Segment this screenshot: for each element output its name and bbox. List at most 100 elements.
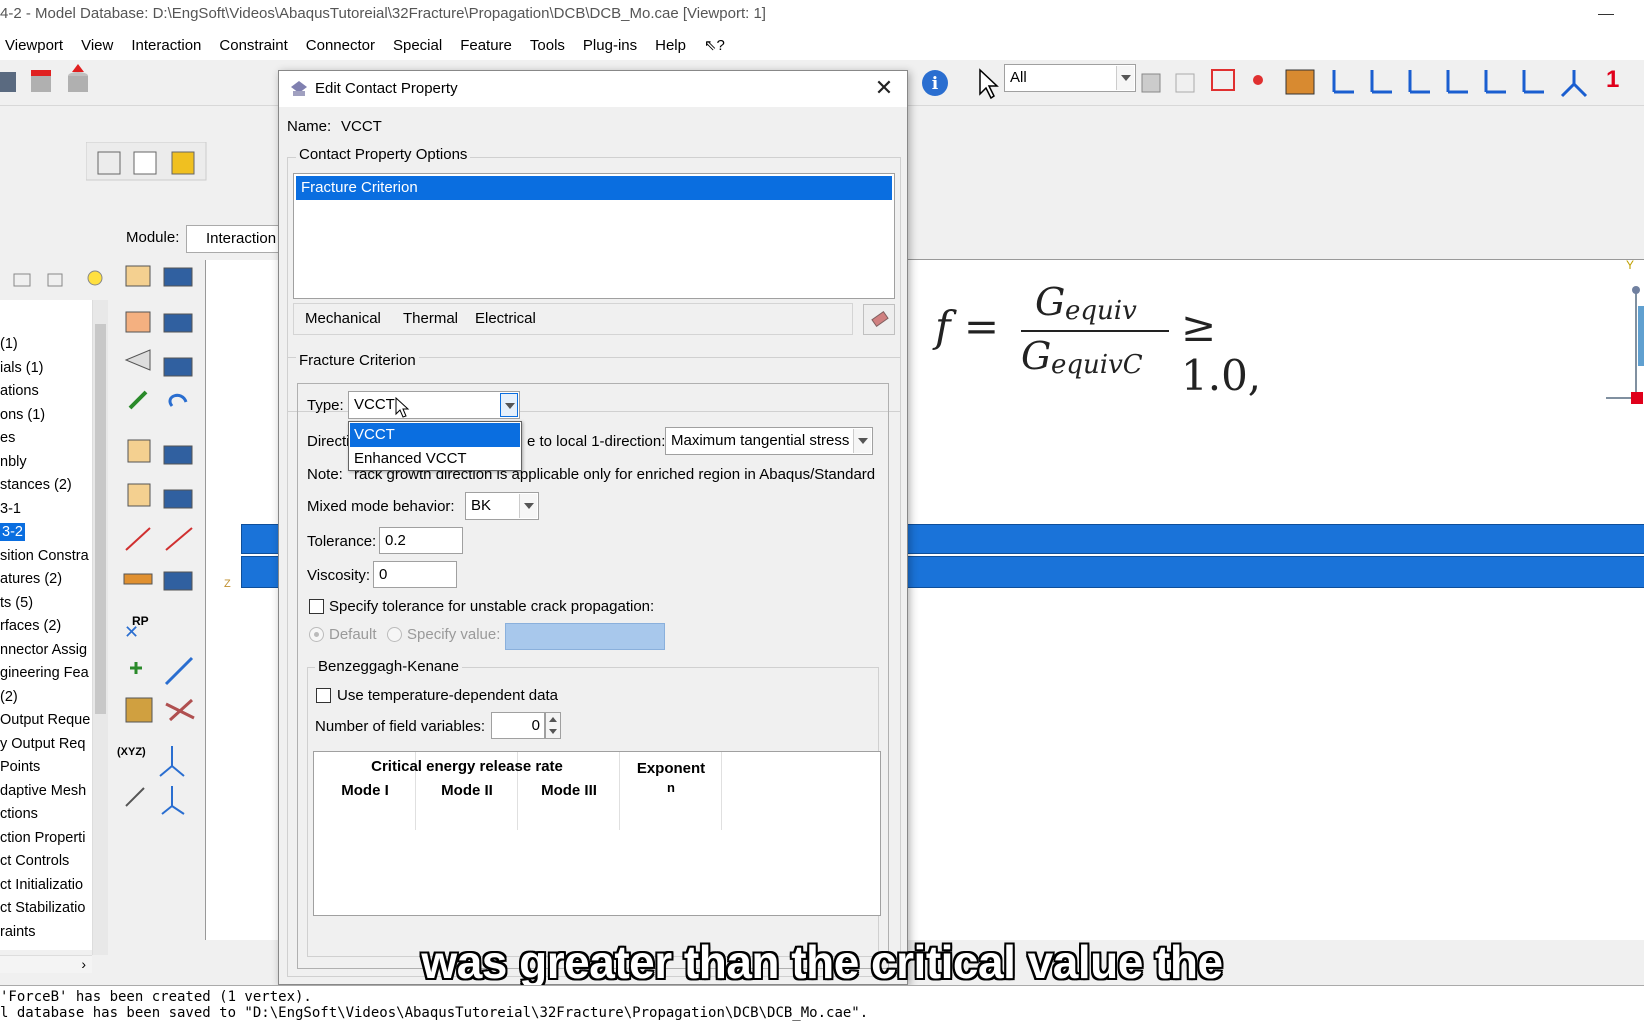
menu-help[interactable]: Help bbox=[646, 37, 695, 54]
triad-number[interactable]: 1 bbox=[1606, 66, 1619, 94]
tree-item[interactable]: 3-1 bbox=[0, 498, 92, 522]
module-select[interactable]: Interaction bbox=[186, 225, 282, 253]
type-option-vcct[interactable]: VCCT bbox=[350, 423, 520, 447]
file-toolbar-icons[interactable] bbox=[0, 64, 100, 100]
tree-item[interactable]: ct Initializatio bbox=[0, 874, 92, 898]
specify-value-field[interactable] bbox=[505, 623, 665, 650]
field-vars-field[interactable]: 0 bbox=[491, 712, 545, 739]
tree-item[interactable]: gineering Fea bbox=[0, 662, 92, 686]
tree-item-label: ction Properti bbox=[0, 829, 86, 846]
tree-item[interactable]: ons (1) bbox=[0, 404, 92, 428]
option-fracture-criterion[interactable]: Fracture Criterion bbox=[296, 176, 892, 200]
tree-item-label: Output Reque bbox=[0, 712, 91, 728]
tree-item[interactable]: ctions bbox=[0, 803, 92, 827]
menu-constraint[interactable]: Constraint bbox=[210, 37, 296, 54]
tree-item-label: nnector Assig bbox=[0, 641, 88, 658]
tree-item[interactable]: y Output Req bbox=[0, 733, 92, 757]
close-icon[interactable]: ✕ bbox=[873, 77, 895, 99]
selection-filter-value: All bbox=[1010, 69, 1027, 86]
context-help-icon[interactable]: ⇖? bbox=[695, 36, 734, 54]
mixed-mode-select[interactable]: BK bbox=[465, 492, 539, 520]
reference-point-icon[interactable]: ✕ bbox=[124, 622, 139, 643]
menu-feature[interactable]: Feature bbox=[451, 37, 521, 54]
type-option-enhanced-vcct[interactable]: Enhanced VCCT bbox=[350, 447, 520, 471]
direction-label-end: e to local 1-direction: bbox=[527, 433, 666, 450]
field-vars-spinner[interactable] bbox=[545, 712, 561, 739]
tree-item[interactable]: 3-2 bbox=[0, 521, 92, 545]
tree-item[interactable]: sition Constra bbox=[0, 545, 92, 569]
tree-scrollbar[interactable] bbox=[92, 300, 108, 955]
tree-item[interactable]: Points bbox=[0, 756, 92, 780]
tree-item-label: gineering Fea bbox=[0, 665, 89, 681]
tab-electrical[interactable]: Electrical bbox=[475, 310, 536, 327]
viscosity-field[interactable]: 0 bbox=[373, 561, 457, 588]
tree-item[interactable]: stances (2) bbox=[0, 474, 92, 498]
tree-item[interactable]: ct Controls bbox=[0, 850, 92, 874]
minimize-button[interactable] bbox=[1598, 14, 1614, 15]
tree-item-label: (1) bbox=[0, 336, 18, 352]
tab-thermal[interactable]: Thermal bbox=[403, 310, 458, 327]
menu-plugins[interactable]: Plug-ins bbox=[574, 37, 646, 54]
temperature-dependent-label: Use temperature-dependent data bbox=[337, 687, 558, 704]
direction-value: Maximum tangential stress bbox=[671, 432, 850, 449]
specify-value-label: Specify value: bbox=[407, 626, 501, 643]
specify-value-radio[interactable] bbox=[387, 627, 402, 642]
tree-item[interactable]: (1) bbox=[0, 333, 92, 357]
tree-item[interactable]: (2) bbox=[0, 686, 92, 710]
table-group-header: Critical energy release rate bbox=[371, 758, 563, 775]
type-select[interactable]: VCCT bbox=[348, 391, 520, 419]
select-arrow-icon[interactable] bbox=[972, 66, 1002, 100]
tab-mechanical[interactable]: Mechanical bbox=[305, 310, 381, 327]
options-list[interactable]: Fracture Criterion bbox=[293, 173, 895, 299]
tree-item[interactable]: ct Stabilizatio bbox=[0, 897, 92, 921]
table-header-mode3[interactable]: Mode III bbox=[518, 782, 620, 799]
tree-item-label: ons (1) bbox=[0, 406, 46, 423]
axis-y-label: Y bbox=[1626, 258, 1635, 272]
view-toolbar-icons[interactable] bbox=[1140, 64, 1640, 100]
menu-connector[interactable]: Connector bbox=[297, 37, 384, 54]
palette-icons[interactable] bbox=[120, 258, 205, 948]
contact-property-icon bbox=[291, 81, 307, 96]
direction-select[interactable]: Maximum tangential stress bbox=[665, 427, 873, 455]
table-header-mode1[interactable]: Mode I bbox=[314, 782, 416, 799]
unstable-tolerance-label: Specify tolerance for unstable crack pro… bbox=[329, 598, 655, 615]
menu-view[interactable]: View bbox=[72, 37, 122, 54]
tree-item-label: 3-2 bbox=[0, 523, 25, 541]
default-radio-label: Default bbox=[329, 626, 377, 643]
tree-item[interactable]: atures (2) bbox=[0, 568, 92, 592]
xyz-label[interactable]: (XYZ) bbox=[117, 746, 146, 758]
tree-item[interactable]: rfaces (2) bbox=[0, 615, 92, 639]
render-style-icons[interactable] bbox=[86, 142, 212, 182]
tree-item[interactable]: nnector Assig bbox=[0, 639, 92, 663]
tree-item[interactable]: ials (1) bbox=[0, 357, 92, 381]
tree-item[interactable]: daptive Mesh bbox=[0, 780, 92, 804]
tree-item-label: Points bbox=[0, 759, 41, 775]
name-label: Name: bbox=[287, 118, 332, 135]
tree-item[interactable]: ts (5) bbox=[0, 592, 92, 616]
menu-special[interactable]: Special bbox=[384, 37, 451, 54]
menu-interaction[interactable]: Interaction bbox=[122, 37, 210, 54]
unstable-tolerance-checkbox[interactable] bbox=[309, 599, 324, 614]
tolerance-field[interactable]: 0.2 bbox=[379, 527, 463, 554]
model-tree[interactable]: (1) ials (1) ations ons (1) es nbly stances (2… bbox=[0, 300, 92, 950]
table-header-exponent[interactable]: Exponent bbox=[620, 760, 722, 777]
menu-viewport[interactable]: Viewport bbox=[0, 37, 72, 54]
tree-item[interactable]: nbly bbox=[0, 451, 92, 475]
tree-item[interactable]: Output Reque bbox=[0, 709, 92, 733]
tree-item[interactable]: ction Properti bbox=[0, 827, 92, 851]
table-header-mode2[interactable]: Mode II bbox=[416, 782, 518, 799]
type-dropdown-list[interactable]: VCCT Enhanced VCCT bbox=[348, 421, 522, 471]
default-radio[interactable] bbox=[309, 627, 324, 642]
delete-option-button[interactable] bbox=[863, 304, 895, 335]
temperature-dependent-checkbox[interactable] bbox=[316, 688, 331, 703]
tree-item-label: ations bbox=[0, 383, 39, 399]
selection-filter-select[interactable]: All bbox=[1004, 64, 1136, 92]
bk-data-table[interactable]: Critical energy release rate Mode I Mode… bbox=[313, 751, 881, 916]
tree-item-label: ts (5) bbox=[0, 594, 34, 611]
menu-tools[interactable]: Tools bbox=[521, 37, 574, 54]
info-icon[interactable]: i bbox=[920, 68, 950, 98]
tree-item[interactable]: ations bbox=[0, 380, 92, 404]
tree-toolbar-icons[interactable] bbox=[0, 266, 112, 294]
mixed-mode-label: Mixed mode behavior: bbox=[307, 498, 455, 515]
tree-item[interactable]: es bbox=[0, 427, 92, 451]
